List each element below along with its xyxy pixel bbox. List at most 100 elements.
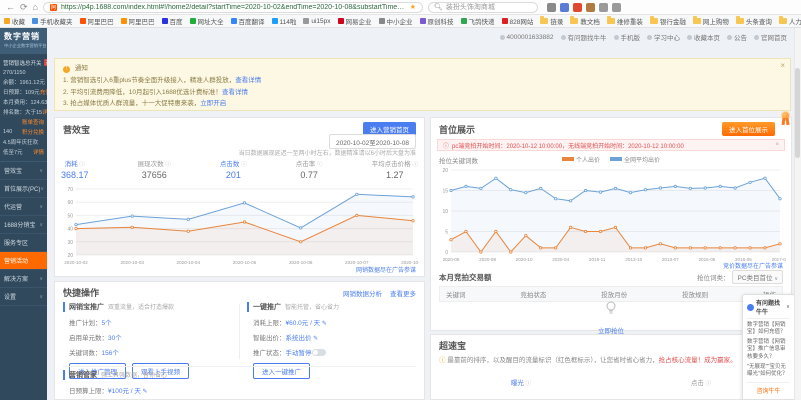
- help-question[interactable]: 数字营销【网销宝】推广信息审核要多久？: [747, 339, 790, 360]
- quick-link-查看更多[interactable]: 查看更多: [390, 288, 416, 298]
- bookmark-item[interactable]: 114啦: [272, 16, 297, 26]
- sidebar-item-代运营[interactable]: 代运营∨: [0, 198, 47, 216]
- enter-top-position-button[interactable]: 进入首位展示: [722, 122, 775, 136]
- info-icon: ⓘ: [317, 162, 323, 168]
- sidebar-item-营销活动[interactable]: 营销活动: [0, 252, 47, 270]
- bookmark-item[interactable]: 百度翻译: [231, 16, 265, 26]
- bookmark-item[interactable]: 手机收藏夹: [32, 16, 73, 26]
- sidebar-item-1688分销宝[interactable]: 1688分销宝∨: [0, 216, 47, 234]
- shield-icon[interactable]: [573, 3, 582, 12]
- row-label: 推广状态：: [253, 350, 286, 357]
- metric-平均点击价格[interactable]: 平均点击价格 ⓘ1.27: [372, 158, 418, 180]
- bookmark-item[interactable]: 百度: [162, 16, 183, 26]
- browser-search-box[interactable]: 🔍︎ 装扮头饰淘商城: [428, 2, 538, 13]
- topbar-item-5[interactable]: 公告: [727, 32, 747, 42]
- table-empty-state: 立即抢位: [431, 301, 791, 338]
- stat-link[interactable]: 积分兑换: [22, 128, 44, 136]
- help-question[interactable]: "无展现""宝贝无曝光"如何优化？: [747, 364, 790, 378]
- help-question[interactable]: 数字营销【网销宝】如何充值？: [747, 322, 790, 336]
- close-icon[interactable]: ×: [780, 61, 785, 70]
- folder-icon: [779, 18, 787, 24]
- bookmark-item[interactable]: 头条查询: [736, 16, 772, 26]
- menu-icon[interactable]: [612, 3, 621, 12]
- bookmark-item[interactable]: 网上购物: [693, 16, 729, 26]
- topbar-item-4[interactable]: 收藏本页: [687, 32, 720, 42]
- bookmark-item[interactable]: 网址大全: [190, 16, 224, 26]
- topbar-item-6[interactable]: 官网首页: [754, 32, 787, 42]
- ad-advisor-link[interactable]: 网销数据尽在广告参谋: [356, 265, 416, 274]
- bookmark-item[interactable]: 阿里巴巴: [121, 16, 155, 26]
- edit-icon[interactable]: ✎: [141, 389, 148, 395]
- sidebar-stat-row: 低至7元详情: [0, 147, 47, 157]
- metric-展现次数[interactable]: 展现次数 ⓘ37656: [138, 158, 171, 180]
- bookmark-item[interactable]: 维修重装: [607, 16, 643, 26]
- quick-link-网销数据分析[interactable]: 网销数据分析: [343, 288, 382, 298]
- notice-link[interactable]: 查看详情: [222, 89, 248, 96]
- bid-data-link[interactable]: 竞价数据尽在广告参谋: [723, 261, 783, 270]
- undo-icon[interactable]: [599, 3, 608, 12]
- sidebar-item-首位展示(PC)[interactable]: 首位展示(PC)∨: [0, 180, 47, 198]
- metric-消耗[interactable]: 消耗 ⓘ368.17: [61, 158, 89, 180]
- chevron-down-icon[interactable]: ∨: [786, 304, 790, 310]
- bookmark-item[interactable]: 中小企业: [379, 16, 413, 26]
- horse-icon[interactable]: [586, 3, 595, 12]
- stat-text: 余额：1961.12元: [3, 78, 45, 86]
- edit-icon[interactable]: ✎: [312, 336, 319, 342]
- close-icon[interactable]: ×: [775, 142, 779, 148]
- sidebar-item-营效宝[interactable]: 营效宝∨: [0, 162, 47, 180]
- quick-actions-panel: 快捷操作 网销数据分析查看更多 网销宝推广双重流量，适合打造爆款推广计划：5个启…: [54, 281, 425, 400]
- sidebar-stat-row: 账单查询: [0, 117, 47, 127]
- bookmark-item[interactable]: 原创科技: [420, 16, 454, 26]
- stat-link[interactable]: 详情: [42, 108, 47, 116]
- topbar-icon: [754, 35, 759, 40]
- bookmark-item[interactable]: 飞鸽快递: [461, 16, 495, 26]
- topbar-item-0[interactable]: 4000001633882: [500, 34, 554, 41]
- bookmark-item[interactable]: 收藏: [4, 16, 25, 26]
- topbar-item-3[interactable]: 学习中心: [647, 32, 680, 42]
- top-position-trend-chart: 051015202020-052020-082020-102020-042015…: [436, 165, 786, 263]
- bookmark-item[interactable]: ui15px: [303, 18, 330, 25]
- sidebar-item-解决方案[interactable]: 解决方案∨: [0, 270, 47, 288]
- topbar-item-2[interactable]: 手机版: [614, 32, 641, 42]
- site-icon: [190, 18, 196, 24]
- ask-niuniu-button[interactable]: 咨询牛牛: [747, 382, 790, 395]
- extension-icon[interactable]: [560, 3, 569, 12]
- topbar-item-1[interactable]: 有问题找牛牛: [561, 32, 607, 42]
- bookmark-item[interactable]: 阿里巴巴: [80, 16, 114, 26]
- super-metric-曝光[interactable]: 曝光 ⓘ: [431, 377, 611, 387]
- bookmark-item[interactable]: 银行金融: [650, 16, 686, 26]
- scrollbar[interactable]: [794, 28, 801, 400]
- sidebar-item-设置[interactable]: 设置∨: [0, 288, 47, 306]
- stat-text: 4.5周年庆狂欢: [3, 138, 38, 146]
- back-icon[interactable]: ←: [6, 3, 15, 12]
- bookmark-item[interactable]: 828网站: [502, 16, 534, 26]
- address-bar[interactable]: 阿 https://p4p.1688.com/index.html#!/home…: [43, 2, 423, 13]
- bookmark-label: 828网站: [510, 16, 534, 26]
- switch-off-button[interactable]: 关: [44, 59, 47, 66]
- notice-link[interactable]: 立即开启: [200, 100, 226, 107]
- notice-link[interactable]: 查看详情: [235, 77, 261, 84]
- bookmark-item[interactable]: 人力资源: [779, 16, 801, 26]
- folder-icon: [736, 18, 744, 24]
- home-icon[interactable]: ⌂: [33, 3, 38, 12]
- position-type-select[interactable]: PC类目首位 ∨: [732, 270, 783, 284]
- metric-点击率[interactable]: 点击率 ⓘ0.77: [296, 158, 323, 180]
- bookmark-star-icon[interactable]: ★: [410, 3, 416, 11]
- scrollbar-thumb[interactable]: [795, 68, 800, 158]
- metric-点击数[interactable]: 点击数 ⓘ201: [220, 158, 247, 180]
- scissors-icon[interactable]: [547, 3, 556, 12]
- section-title: 网销宝推广双重流量，适合打造爆款: [63, 302, 239, 312]
- stat-link[interactable]: 充值: [40, 88, 47, 96]
- stat-link[interactable]: 账单查询: [22, 118, 44, 126]
- section-row: 推广计划：5个: [63, 317, 239, 327]
- refresh-icon[interactable]: ⟳: [20, 3, 28, 12]
- date-range-picker[interactable]: 2020-10-02至2020-10-08: [329, 134, 416, 149]
- edit-icon[interactable]: ✎: [320, 321, 327, 327]
- bookmark-item[interactable]: 链录: [540, 16, 563, 26]
- bookmark-item[interactable]: 网易企业: [338, 16, 372, 26]
- help-widget-header[interactable]: 有问题找牛牛 ∨: [747, 298, 790, 319]
- status-toggle[interactable]: [312, 349, 326, 356]
- bookmark-item[interactable]: 教文档: [570, 16, 600, 26]
- stat-link[interactable]: 详情: [33, 148, 44, 156]
- sidebar-item-服务专区[interactable]: 服务专区: [0, 234, 47, 252]
